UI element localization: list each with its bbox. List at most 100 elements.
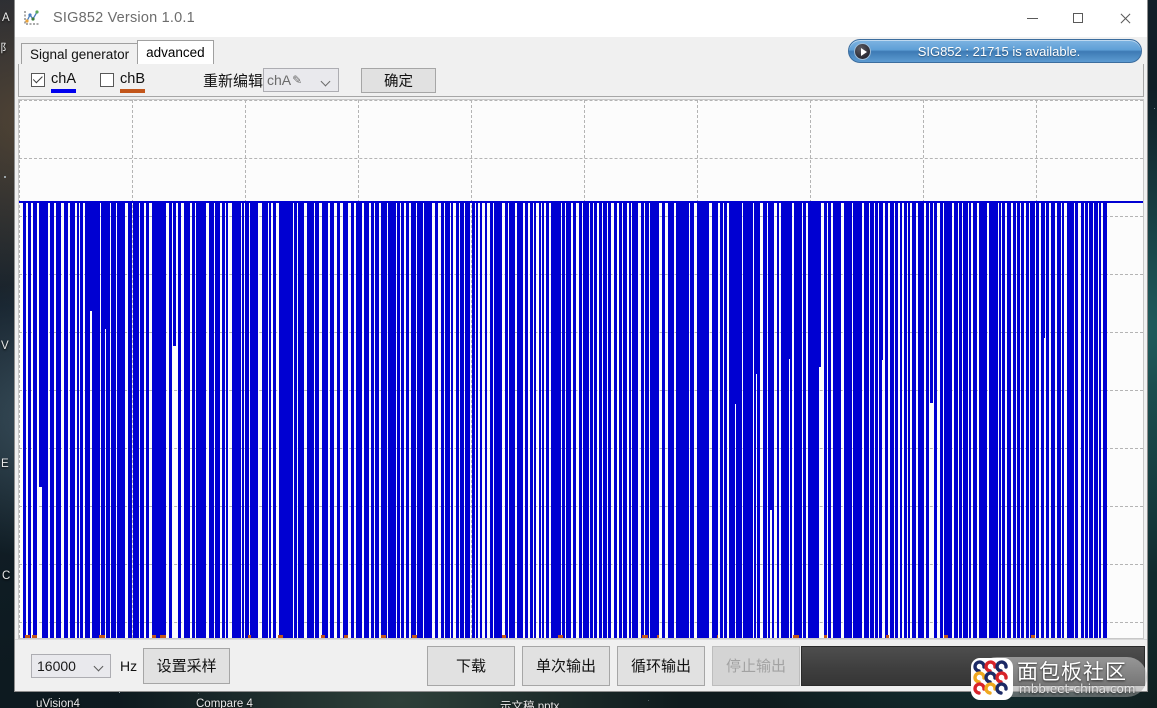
waveform-bar [72,201,75,638]
waveform-bar [310,201,313,638]
waveform-bar [360,201,362,638]
waveform-bar [332,201,334,638]
waveform-bar [441,201,444,638]
waveform-bar [108,201,110,638]
window-controls [1009,0,1147,37]
waveform-bar [34,201,37,638]
waveform-bar [451,201,453,638]
desktop-icon-label[interactable]: 阝 [0,40,12,56]
waveform-bar [290,201,293,638]
waveform-bar [811,201,813,638]
download-button[interactable]: 下载 [427,645,515,686]
star [4,175,7,178]
waveform-bar [579,201,582,638]
waveform-bar [256,201,258,638]
channel-cha-checkbox[interactable] [31,72,45,87]
waveform-bar [790,201,792,638]
desktop-icon-label[interactable]: C [2,570,10,582]
waveform-bar [1017,201,1020,638]
waveform-bar [999,201,1001,638]
waveform-bar [590,201,593,638]
channel-b-marker [824,635,827,638]
waveform-bar [1026,201,1029,638]
tab-signal-generator[interactable]: Signal generator [21,43,139,64]
waveform-bar [173,201,176,346]
waveform-bar [246,201,249,638]
set-sample-button[interactable]: 设置采样 [143,647,231,684]
pencil-icon: ✎ [292,73,303,87]
waveform-bar [217,201,220,638]
waveform-bar [65,201,68,406]
waveform-bar [141,201,144,638]
single-output-button[interactable]: 单次输出 [522,645,610,686]
waveform-bar [163,201,166,638]
waveform-bar [420,201,423,638]
waveform-bar [645,201,648,638]
waveform-bar [720,201,723,638]
channel-chb-label-text: chB [120,70,145,87]
waveform-bar [930,201,933,403]
close-button[interactable] [1101,0,1147,37]
hz-unit-label: Hz [120,657,138,674]
chart-icon [23,9,41,27]
waveform-bar [838,201,841,638]
channel-chb-group[interactable]: chB [100,70,145,93]
channel-b-marker [160,635,166,638]
title-bar[interactable]: SIG852 Version 1.0.1 [15,0,1147,37]
desktop-icon-label[interactable]: 示文稿.pptx [500,698,559,708]
tab-advanced[interactable]: advanced [137,40,214,64]
waveform-bar [401,201,404,638]
channel-b-marker [412,635,417,638]
desktop-icon-label[interactable]: Compare 4 [196,698,253,708]
channel-cha-label[interactable]: chA [51,71,76,93]
channel-chb-checkbox[interactable] [100,73,114,87]
waveform-bar [573,201,576,638]
waveform-bar [707,201,709,638]
waveform-bar [435,201,438,638]
application-window: SIG852 Version 1.0.1 Signal generator ad… [14,0,1148,692]
waveform-bar [490,201,493,638]
waveform-bar [346,201,348,638]
channel-b-marker [344,635,348,638]
maximize-icon [1073,13,1083,23]
waveform-bar [366,201,369,638]
stop-output-button: 停止输出 [712,645,800,686]
waveform-bar [568,201,571,638]
sample-rate-dropdown[interactable]: 16000 [31,653,111,678]
waveform-bar [222,201,225,638]
waveform-bar [940,201,943,638]
waveform-bar [608,201,610,638]
waveform-bar [406,201,409,638]
waveform-bar [594,201,597,638]
waveform-bar [1104,201,1107,638]
channel-b-marker [99,635,105,638]
waveform-bar [385,201,387,638]
waveform-bar [656,201,659,638]
minimize-button[interactable] [1009,0,1055,37]
waveform-bar [211,201,214,638]
waveform-bar [28,201,31,638]
waveform-bar [954,201,957,638]
channel-select-dropdown[interactable]: chA ✎ [263,68,340,92]
loop-output-button[interactable]: 循环输出 [617,645,705,686]
waveform-plot[interactable] [18,99,1144,639]
desktop-icon-label[interactable]: E [1,458,9,470]
desktop-icon-label[interactable]: uVision4 [36,698,80,708]
sample-rate-value: 16000 [37,657,76,674]
channel-b-marker [381,635,386,638]
channel-cha-group[interactable]: chA [31,71,76,93]
update-banner[interactable]: SIG852 : 21715 is available. [848,39,1142,63]
desktop-icon-label[interactable]: V [1,340,9,352]
channel-b-marker [248,635,251,638]
waveform-bar [914,201,916,638]
star [1154,108,1156,110]
desktop-icon-label[interactable]: A [2,12,10,24]
maximize-button[interactable] [1055,0,1101,37]
channel-chb-label[interactable]: chB [120,70,145,93]
waveform-bar [1095,201,1098,638]
waveform-bar [603,201,605,638]
waveform-bar [447,201,450,638]
waveform-bar [499,201,502,638]
waveform-bar [1071,201,1074,638]
confirm-button[interactable]: 确定 [361,67,437,93]
